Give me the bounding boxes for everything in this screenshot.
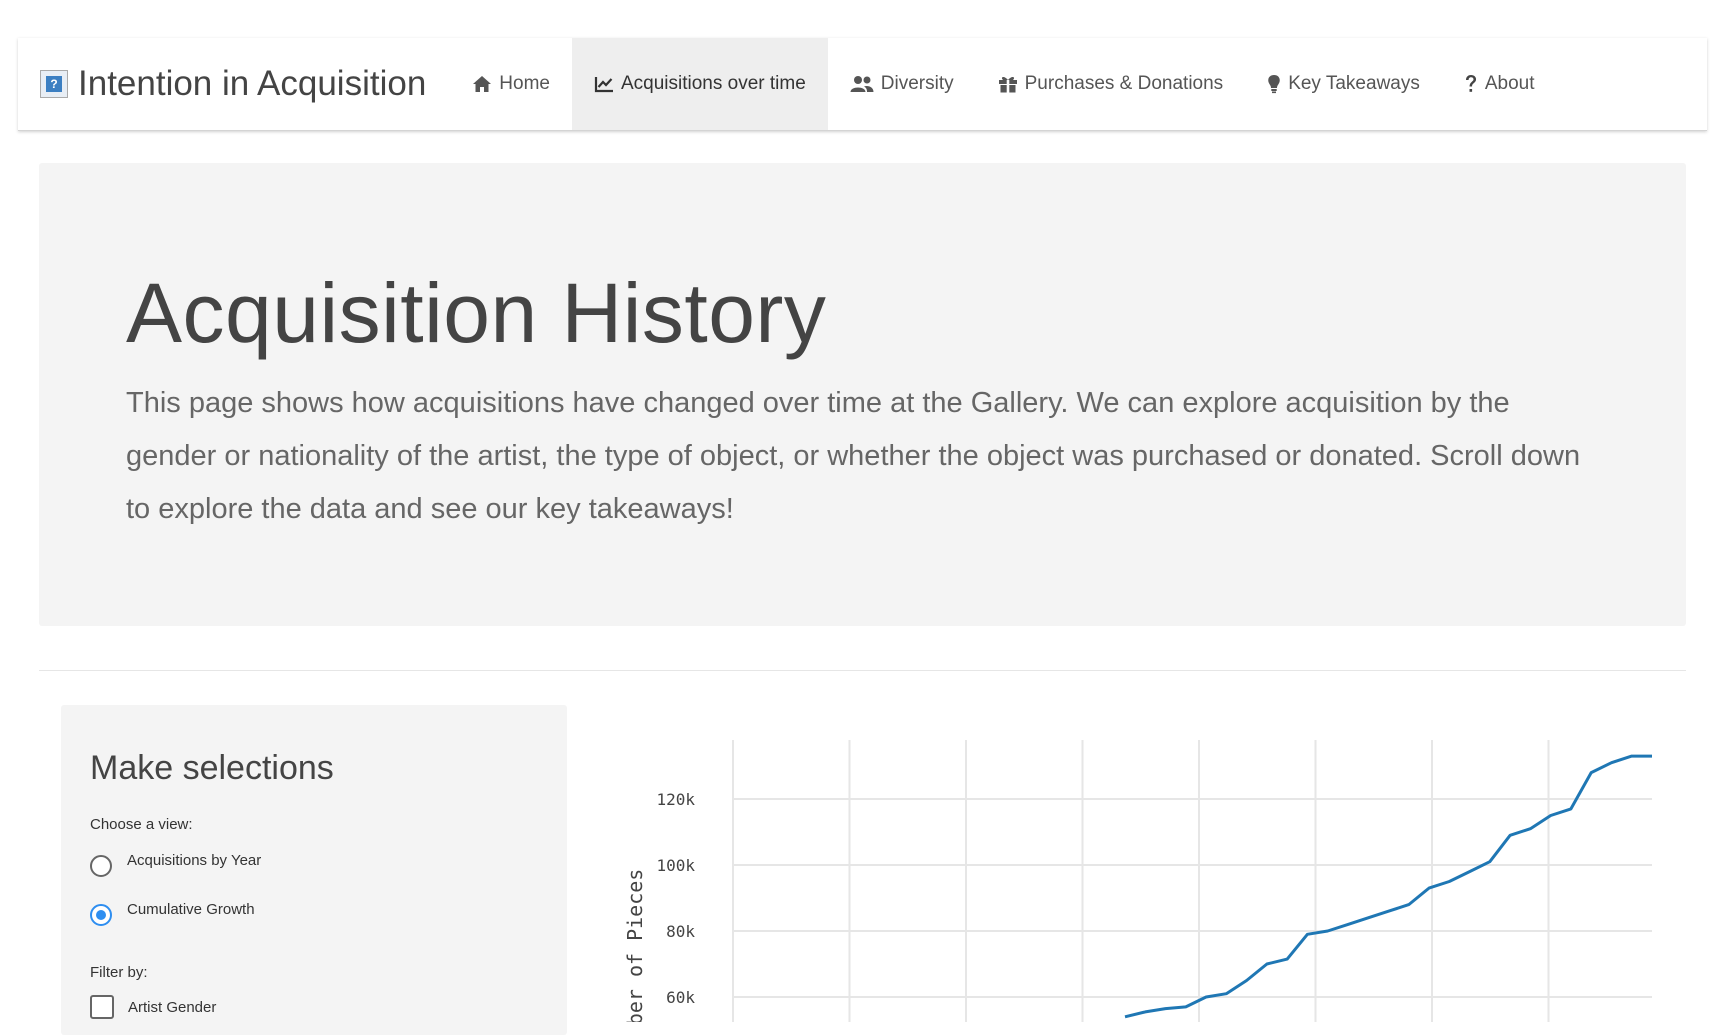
y-tick-label: 80k: [666, 922, 695, 941]
nav-acquisitions-over-time[interactable]: Acquisitions over time: [571, 38, 828, 130]
radio-acquisitions-by-year[interactable]: [90, 855, 112, 877]
chart-svg: 60k 80k 100k 120k Number of Pieces: [623, 740, 1652, 1035]
selection-panel-title: Make selections: [90, 749, 334, 787]
nav-home[interactable]: Home: [450, 38, 572, 130]
y-tick-label: 120k: [656, 790, 695, 809]
users-icon: [850, 76, 874, 92]
page-description: This page shows how acquisitions have ch…: [126, 387, 1581, 525]
y-tick-label: 100k: [656, 856, 695, 875]
hero-panel: Acquisition History This page shows how …: [39, 163, 1686, 626]
navbar: ? Intention in Acquisition Home Acquisit…: [18, 38, 1707, 131]
nav-about[interactable]: About: [1442, 38, 1557, 130]
y-tick-label: 60k: [666, 988, 695, 1007]
radio-cumulative-growth-label[interactable]: Cumulative Growth: [127, 901, 255, 918]
radio-cumulative-growth[interactable]: [90, 904, 112, 926]
nav-purchases-donations[interactable]: Purchases & Donations: [976, 38, 1246, 130]
checkbox-artist-gender[interactable]: [90, 995, 114, 1019]
home-icon: [473, 76, 492, 92]
nav-acquisitions-label: Acquisitions over time: [620, 73, 806, 94]
nav-diversity[interactable]: Diversity: [828, 38, 976, 130]
brand-logo-icon: ?: [40, 70, 68, 98]
gift-icon: [998, 76, 1017, 93]
checkbox-artist-gender-label[interactable]: Artist Gender: [128, 999, 216, 1016]
line-chart-icon: [594, 77, 613, 93]
page-title: Acquisition History: [126, 266, 827, 360]
brand-title: Intention in Acquisition: [78, 64, 427, 103]
nav-about-label: About: [1484, 73, 1535, 94]
filter-label: Filter by:: [90, 964, 148, 981]
nav-diversity-label: Diversity: [880, 73, 954, 94]
nav-key-takeaways-label: Key Takeaways: [1288, 73, 1420, 94]
nav-home-label: Home: [499, 73, 550, 94]
lightbulb-icon: [1268, 75, 1280, 94]
nav-purchases-label: Purchases & Donations: [1024, 73, 1224, 94]
acquisitions-chart: 60k 80k 100k 120k Number of Pieces: [600, 735, 1727, 1035]
question-icon: [1465, 75, 1476, 92]
brand[interactable]: ? Intention in Acquisition: [18, 38, 450, 130]
selection-panel: Make selections Choose a view: Acquisiti…: [61, 705, 567, 1035]
section-divider: [39, 670, 1686, 671]
view-label: Choose a view:: [90, 816, 193, 833]
series-line: [1124, 754, 1652, 1019]
y-axis-label: Number of Pieces: [623, 869, 647, 1022]
radio-acquisitions-by-year-label[interactable]: Acquisitions by Year: [127, 852, 261, 869]
nav-key-takeaways[interactable]: Key Takeaways: [1245, 38, 1442, 130]
